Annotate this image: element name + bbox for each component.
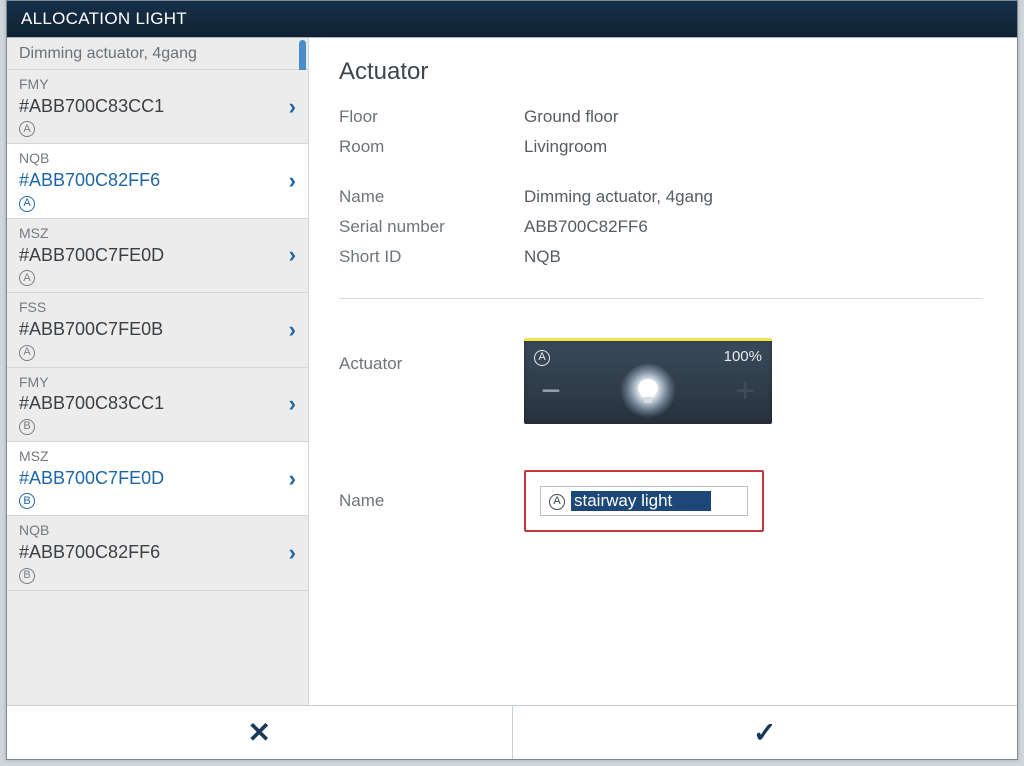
row-actuator-widget: Actuator A 100% − + bbox=[339, 333, 983, 429]
highlight-frame: A bbox=[524, 470, 764, 532]
dimmer-level: 100% bbox=[724, 348, 762, 365]
sidebar-item-channel-badge: A bbox=[19, 268, 278, 287]
sidebar-item[interactable]: MSZ#ABB700C7FE0DA › bbox=[7, 219, 308, 293]
titlebar: ALLOCATION LIGHT bbox=[7, 1, 1017, 37]
sidebar-item-short: NQB bbox=[19, 522, 278, 539]
window-title: ALLOCATION LIGHT bbox=[21, 9, 187, 28]
value-room: Livingroom bbox=[524, 137, 607, 157]
sidebar-item-channel-badge: B bbox=[19, 565, 278, 584]
close-icon: ✕ bbox=[248, 716, 271, 749]
name-input-wrapper[interactable]: A bbox=[540, 486, 748, 516]
row-room: Room Livingroom bbox=[339, 132, 983, 162]
row-floor: Floor Ground floor bbox=[339, 102, 983, 132]
value-name: Dimming actuator, 4gang bbox=[524, 187, 713, 207]
sidebar-item[interactable]: MSZ#ABB700C7FE0DB › bbox=[7, 442, 308, 516]
row-name-edit: Name A bbox=[339, 465, 983, 537]
label-room: Room bbox=[339, 137, 524, 157]
sidebar-item-channel-badge: A bbox=[19, 342, 278, 361]
label-name-edit: Name bbox=[339, 491, 524, 511]
row-name: Name Dimming actuator, 4gang bbox=[339, 182, 983, 212]
sidebar-item[interactable]: FSS#ABB700C7FE0BA › bbox=[7, 293, 308, 367]
sidebar-item-channel-badge: B bbox=[19, 491, 278, 510]
sidebar-item-channel-badge: B bbox=[19, 416, 278, 435]
sidebar-item-serial: #ABB700C82FF6 bbox=[19, 167, 278, 193]
sidebar-item-short: NQB bbox=[19, 150, 278, 167]
sidebar-item-channel-badge: A bbox=[19, 119, 278, 138]
confirm-button[interactable]: ✓ bbox=[512, 706, 1018, 759]
dimmer-decrease-button[interactable]: − bbox=[534, 375, 568, 409]
dialog-footer: ✕ ✓ bbox=[7, 705, 1017, 759]
label-shortid: Short ID bbox=[339, 247, 524, 267]
details-panel: Actuator Floor Ground floor Room Livingr… bbox=[309, 38, 1017, 705]
dialog-allocation-light: ALLOCATION LIGHT Dimming actuator, 4gang… bbox=[6, 0, 1018, 760]
sidebar-item[interactable]: NQB#ABB700C82FF6A › bbox=[7, 144, 308, 218]
chevron-right-icon: › bbox=[289, 542, 296, 564]
chevron-right-icon: › bbox=[289, 468, 296, 490]
sidebar-item-short: FMY bbox=[19, 374, 278, 391]
sidebar-item[interactable]: FMY#ABB700C83CC1B › bbox=[7, 368, 308, 442]
chevron-right-icon: › bbox=[289, 244, 296, 266]
label-actuator: Actuator bbox=[339, 338, 524, 374]
chevron-right-icon: › bbox=[289, 170, 296, 192]
sidebar-item-serial: #ABB700C7FE0B bbox=[19, 316, 278, 342]
bulb-icon bbox=[620, 364, 676, 420]
name-input[interactable] bbox=[571, 491, 711, 511]
sidebar-item-channel-badge: A bbox=[19, 193, 278, 212]
check-icon: ✓ bbox=[753, 716, 776, 749]
lightbulb-icon bbox=[637, 378, 659, 406]
chevron-right-icon: › bbox=[289, 319, 296, 341]
sidebar-list: FMY#ABB700C83CC1A›NQB#ABB700C82FF6A›MSZ#… bbox=[7, 70, 308, 591]
row-shortid: Short ID NQB bbox=[339, 242, 983, 272]
dimmer-widget: A 100% − + bbox=[524, 338, 772, 424]
sidebar-item[interactable]: NQB#ABB700C82FF6B › bbox=[7, 516, 308, 590]
value-floor: Ground floor bbox=[524, 107, 619, 127]
value-shortid: NQB bbox=[524, 247, 561, 267]
label-floor: Floor bbox=[339, 107, 524, 127]
dimmer-channel-badge: A bbox=[534, 347, 550, 366]
sidebar-item-serial: #ABB700C83CC1 bbox=[19, 93, 278, 119]
sidebar-header: Dimming actuator, 4gang bbox=[7, 38, 308, 70]
sidebar-item-short: MSZ bbox=[19, 225, 278, 242]
sidebar-item-short: FMY bbox=[19, 76, 278, 93]
sidebar-item-serial: #ABB700C82FF6 bbox=[19, 539, 278, 565]
dimmer-increase-button[interactable]: + bbox=[728, 375, 762, 409]
divider bbox=[339, 298, 983, 299]
sidebar-item-short: MSZ bbox=[19, 448, 278, 465]
sidebar-item-short: FSS bbox=[19, 299, 278, 316]
chevron-right-icon: › bbox=[289, 96, 296, 118]
name-channel-badge: A bbox=[549, 491, 565, 510]
row-serial: Serial number ABB700C82FF6 bbox=[339, 212, 983, 242]
dialog-body: Dimming actuator, 4gang FMY#ABB700C83CC1… bbox=[7, 37, 1017, 705]
sidebar-item-serial: #ABB700C7FE0D bbox=[19, 465, 278, 491]
label-serial: Serial number bbox=[339, 217, 524, 237]
sidebar-item[interactable]: FMY#ABB700C83CC1A › bbox=[7, 70, 308, 144]
sidebar-item-serial: #ABB700C7FE0D bbox=[19, 242, 278, 268]
sidebar-item-serial: #ABB700C83CC1 bbox=[19, 390, 278, 416]
cancel-button[interactable]: ✕ bbox=[7, 706, 512, 759]
chevron-right-icon: › bbox=[289, 393, 296, 415]
value-serial: ABB700C82FF6 bbox=[524, 217, 648, 237]
label-name: Name bbox=[339, 187, 524, 207]
sidebar: Dimming actuator, 4gang FMY#ABB700C83CC1… bbox=[7, 38, 309, 705]
details-heading: Actuator bbox=[339, 58, 983, 86]
